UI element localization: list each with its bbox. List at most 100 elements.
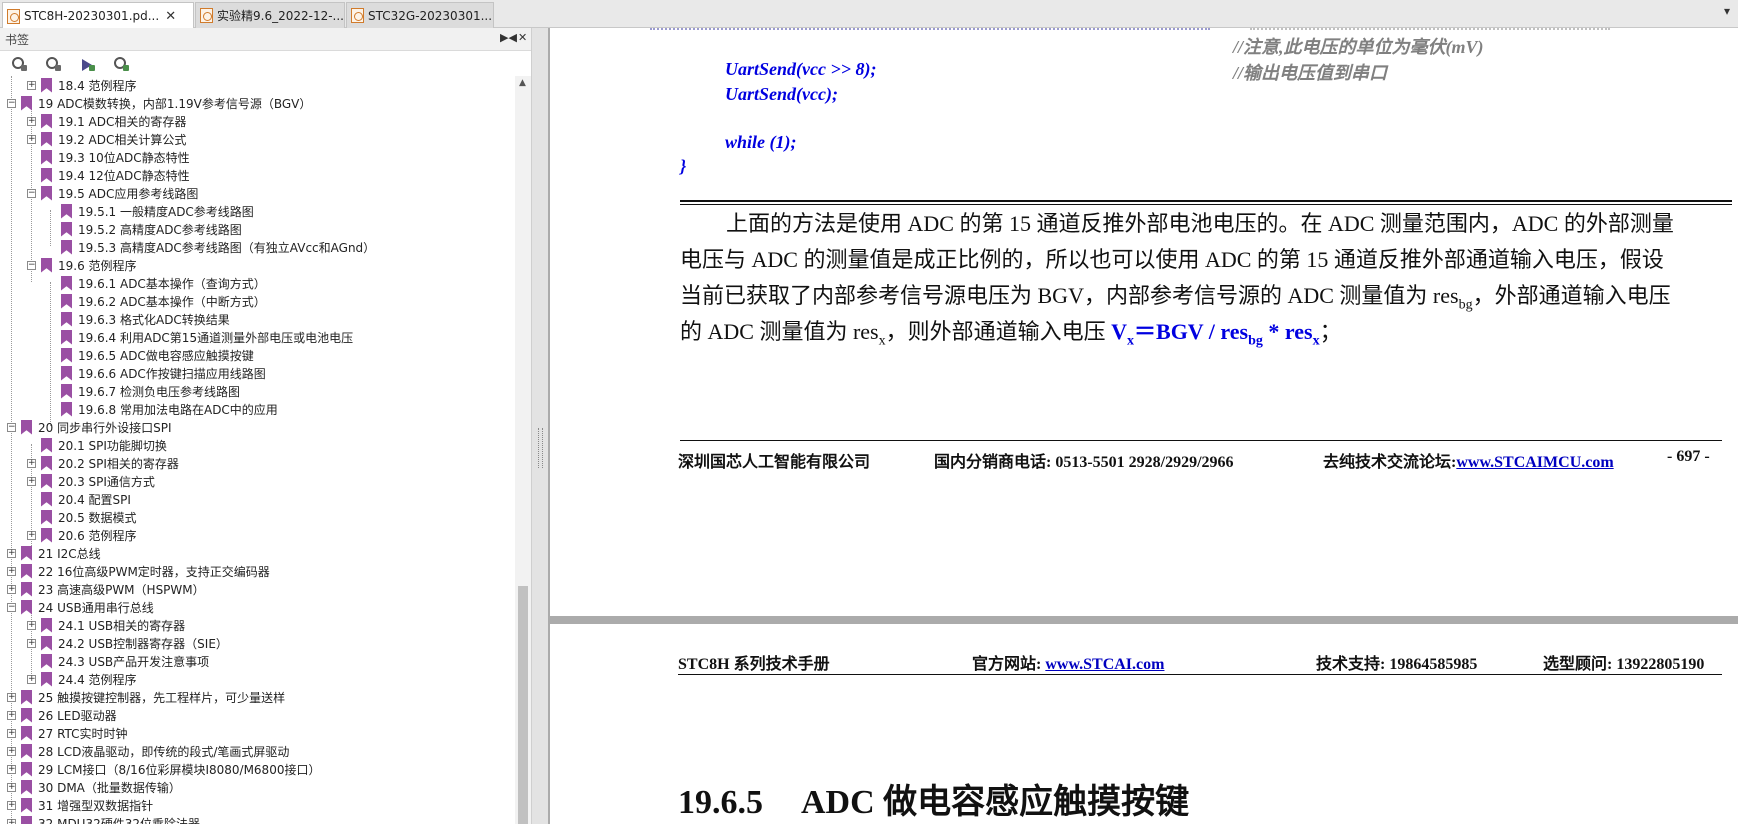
bookmark-item[interactable]: 19.5.3 高精度ADC参考线路图（有独立AVcc和AGnd） xyxy=(61,238,375,256)
bookmark-item[interactable]: +19.2 ADC相关计算公式 xyxy=(27,130,186,148)
expand-icon[interactable]: + xyxy=(27,530,36,540)
bookmark-item[interactable]: 20.1 SPI功能脚切换 xyxy=(41,436,167,454)
bookmark-item[interactable]: +28 LCD液晶驱动，即传统的段式/笔画式屏驱动 xyxy=(7,742,289,760)
expand-icon[interactable]: + xyxy=(27,80,36,90)
expand-icon[interactable]: + xyxy=(7,710,16,720)
bookmark-scrollbar[interactable]: ▲ xyxy=(515,76,531,824)
close-icon[interactable]: ✕ xyxy=(165,9,176,24)
expand-icon[interactable]: + xyxy=(7,782,16,792)
bookmark-item[interactable]: 19.6.1 ADC基本操作（查询方式） xyxy=(61,274,266,292)
bookmark-item[interactable]: +20.2 SPI相关的寄存器 xyxy=(27,454,179,472)
bookmark-item[interactable]: 19.4 12位ADC静态特性 xyxy=(41,166,190,184)
scroll-up-icon[interactable]: ▲ xyxy=(519,78,526,88)
bookmark-item[interactable]: − 24 USB通用串行总线 xyxy=(7,598,154,616)
bookmark-item[interactable]: 19.6.2 ADC基本操作（中断方式） xyxy=(61,292,266,310)
tab-experiment[interactable]: 实验精9.6_2022-12-... xyxy=(195,2,345,28)
bookmark-collapse-icon[interactable] xyxy=(44,55,62,73)
expand-icon[interactable]: + xyxy=(7,800,16,810)
bookmark-icon xyxy=(41,671,52,687)
collapse-icon[interactable]: − xyxy=(27,260,36,270)
expand-icon[interactable]: + xyxy=(7,584,16,594)
bookmarks-panel-header: 书签 ▶◀ ✕ xyxy=(0,28,531,51)
bookmark-item[interactable]: +22 16位高级PWM定时器，支持正交编码器 xyxy=(7,562,270,580)
bookmark-expand-icon[interactable] xyxy=(10,55,28,73)
bookmark-item[interactable]: − 19 ADC模数转换，内部1.19V参考信号源（BGV） xyxy=(7,94,311,112)
bookmark-icon xyxy=(41,509,52,525)
bookmark-item[interactable]: +26 LED驱动器 xyxy=(7,706,117,724)
expand-icon[interactable]: + xyxy=(27,116,36,126)
footer-company: 深圳国芯人工智能有限公司 xyxy=(678,454,871,471)
site-link[interactable]: www.STCAI.com xyxy=(1045,656,1164,673)
bookmark-goto-icon[interactable] xyxy=(78,55,96,73)
tab-stc8h[interactable]: STC8H-20230301.pd... ✕ xyxy=(2,2,194,29)
bookmark-icon xyxy=(21,743,32,759)
expand-icon[interactable]: + xyxy=(27,674,36,684)
collapse-panel-icon[interactable]: ▶◀ xyxy=(500,31,517,44)
expand-icon[interactable]: + xyxy=(7,566,16,576)
collapse-icon[interactable]: − xyxy=(7,98,16,108)
bookmark-item[interactable]: 19.6.8 常用加法电路在ADC中的应用 xyxy=(61,400,278,418)
bookmark-find-icon[interactable] xyxy=(112,55,130,73)
bookmark-item[interactable]: 19.6.7 检测负电压参考线路图 xyxy=(61,382,240,400)
bookmark-item[interactable]: 19.6.5 ADC做电容感应触摸按键 xyxy=(61,346,254,364)
bookmark-item[interactable]: 19.6.3 格式化ADC转换结果 xyxy=(61,310,230,328)
scrollbar-thumb[interactable] xyxy=(518,586,528,824)
bookmark-item[interactable]: 19.5.1 一般精度ADC参考线路图 xyxy=(61,202,254,220)
bookmark-item[interactable]: +20.3 SPI通信方式 xyxy=(27,472,155,490)
bookmarks-panel: 书签 ▶◀ ✕ +18.4 范例程序 − 19 ADC模数转换，内部1.19V参考… xyxy=(0,28,531,824)
bookmark-label: 20 同步串行外设接口SPI xyxy=(38,420,172,435)
bookmark-item[interactable]: − 19.6 范例程序 xyxy=(27,256,137,274)
pdf-page-697: //注意,此电压的单位为毫伏(mV) UartSend(vcc >> 8); /… xyxy=(550,28,1738,616)
bookmark-item[interactable]: 20.5 数据模式 xyxy=(41,508,137,526)
bookmark-item[interactable]: 20.4 配置SPI xyxy=(41,490,131,508)
expand-icon[interactable]: + xyxy=(7,692,16,702)
bookmark-label: 23 高速高级PWM（HSPWM） xyxy=(38,582,205,597)
bookmark-item[interactable]: +20.6 范例程序 xyxy=(27,526,137,544)
bookmark-item[interactable]: 19.5.2 高精度ADC参考线路图 xyxy=(61,220,242,238)
collapse-icon[interactable]: − xyxy=(27,188,36,198)
bookmark-icon xyxy=(21,779,32,795)
forum-link[interactable]: www.STCAIMCU.com xyxy=(1456,454,1613,471)
expand-icon[interactable]: + xyxy=(27,638,36,648)
bookmark-item[interactable]: +30 DMA（批量数据传输） xyxy=(7,778,181,796)
panel-splitter[interactable] xyxy=(531,28,548,824)
collapse-icon[interactable]: − xyxy=(7,602,16,612)
expand-icon[interactable]: + xyxy=(7,746,16,756)
bookmark-label: 19.6 范例程序 xyxy=(58,258,137,273)
bookmark-icon xyxy=(21,95,32,111)
bookmark-icon xyxy=(61,365,72,381)
close-icon[interactable]: ✕ xyxy=(518,31,527,44)
chevron-down-icon[interactable]: ▾ xyxy=(1724,4,1730,18)
tab-stc32g[interactable]: STC32G-20230301.... xyxy=(346,2,494,28)
expand-icon[interactable]: + xyxy=(27,620,36,630)
header-site: 官方网站: www.STCAI.com xyxy=(972,656,1165,673)
bookmark-label: 19.4 12位ADC静态特性 xyxy=(58,168,190,183)
bookmark-item[interactable]: +31 增强型双数据指针 xyxy=(7,796,153,814)
bookmark-item[interactable]: 19.3 10位ADC静态特性 xyxy=(41,148,190,166)
bookmark-item[interactable]: − 20 同步串行外设接口SPI xyxy=(7,418,171,436)
expand-icon[interactable]: + xyxy=(7,728,16,738)
expand-icon[interactable]: + xyxy=(27,476,36,486)
bookmark-item[interactable]: +25 触摸按键控制器，先工程样片，可少量送样 xyxy=(7,688,285,706)
expand-icon[interactable]: + xyxy=(7,818,16,824)
expand-icon[interactable]: + xyxy=(7,764,16,774)
bookmark-item[interactable]: +27 RTC实时时钟 xyxy=(7,724,128,742)
bookmark-item[interactable]: +18.4 范例程序 xyxy=(27,76,137,94)
bookmark-item[interactable]: +19.1 ADC相关的寄存器 xyxy=(27,112,186,130)
bookmark-item[interactable]: +29 LCM接口（8/16位彩屏模块I8080/M6800接口） xyxy=(7,760,320,778)
bookmark-item[interactable]: − 19.5 ADC应用参考线路图 xyxy=(27,184,198,202)
bookmark-item[interactable]: +21 I2C总线 xyxy=(7,544,101,562)
bookmark-item[interactable]: +24.4 范例程序 xyxy=(27,670,137,688)
expand-icon[interactable]: + xyxy=(27,458,36,468)
bookmark-item[interactable]: +32 MDU32硬件32位乘除法器 xyxy=(7,814,200,824)
bookmark-item[interactable]: +24.2 USB控制器寄存器（SIE） xyxy=(27,634,228,652)
collapse-icon[interactable]: − xyxy=(7,422,16,432)
bookmark-label: 19.5.1 一般精度ADC参考线路图 xyxy=(78,204,254,219)
bookmark-item[interactable]: 19.6.6 ADC作按键扫描应用线路图 xyxy=(61,364,266,382)
bookmark-item[interactable]: 19.6.4 利用ADC第15通道测量外部电压或电池电压 xyxy=(61,328,353,346)
expand-icon[interactable]: + xyxy=(7,548,16,558)
expand-icon[interactable]: + xyxy=(27,134,36,144)
bookmark-item[interactable]: +23 高速高级PWM（HSPWM） xyxy=(7,580,205,598)
bookmark-item[interactable]: 24.3 USB产品开发注意事项 xyxy=(41,652,209,670)
bookmark-item[interactable]: +24.1 USB相关的寄存器 xyxy=(27,616,185,634)
